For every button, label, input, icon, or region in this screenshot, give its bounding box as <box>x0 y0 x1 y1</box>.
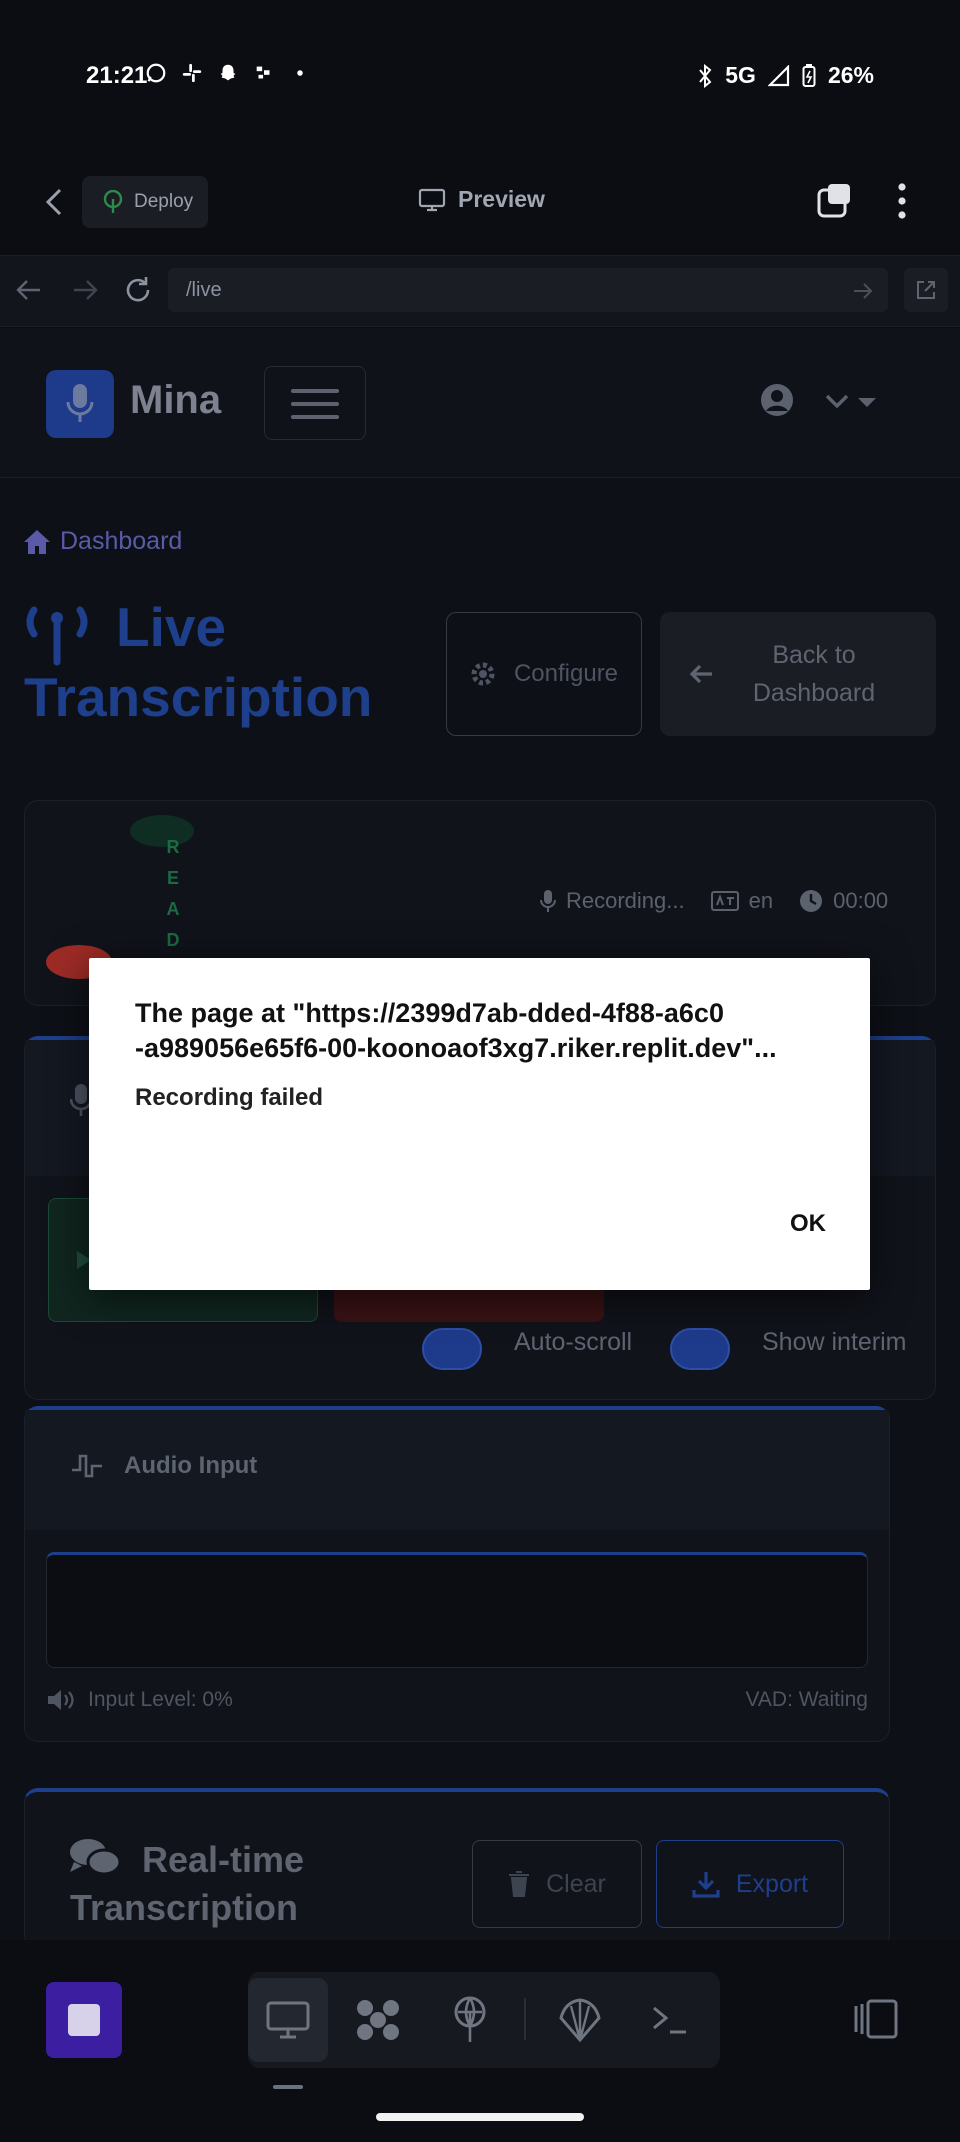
split-view-icon[interactable] <box>852 1998 900 2040</box>
dialog-title: The page at "https://2399d7ab-dded-4f88-… <box>135 996 835 1066</box>
tool-console[interactable] <box>630 1978 710 2062</box>
stop-icon <box>68 2004 100 2036</box>
alert-dialog: The page at "https://2399d7ab-dded-4f88-… <box>89 958 870 1290</box>
tool-deploy[interactable] <box>430 1978 510 2062</box>
stop-run-button[interactable] <box>46 1982 122 2058</box>
dialog-message: Recording failed <box>135 1084 324 1111</box>
active-indicator <box>273 2085 303 2089</box>
dialog-title-line: -a989056e65f6-00-koonoaof3xg7.riker.repl… <box>135 1033 777 1063</box>
tool-agent[interactable] <box>338 1978 418 2062</box>
monitor-icon <box>266 2001 310 2039</box>
screen: 21:21 5G 26% Deploy Preview /live Mina D… <box>0 0 960 2142</box>
agent-icon <box>357 2000 399 2040</box>
shell-icon <box>559 1998 601 2042</box>
tool-secrets[interactable] <box>540 1978 620 2062</box>
toolbar-divider <box>524 1998 526 2040</box>
terminal-icon <box>653 2006 686 2034</box>
dialog-title-line: The page at "https://2399d7ab-dded-4f88-… <box>135 998 724 1028</box>
ok-button[interactable]: OK <box>790 1210 826 1238</box>
home-indicator[interactable] <box>376 2113 584 2121</box>
deploy-icon <box>454 1996 486 2042</box>
tool-preview[interactable] <box>248 1978 328 2062</box>
